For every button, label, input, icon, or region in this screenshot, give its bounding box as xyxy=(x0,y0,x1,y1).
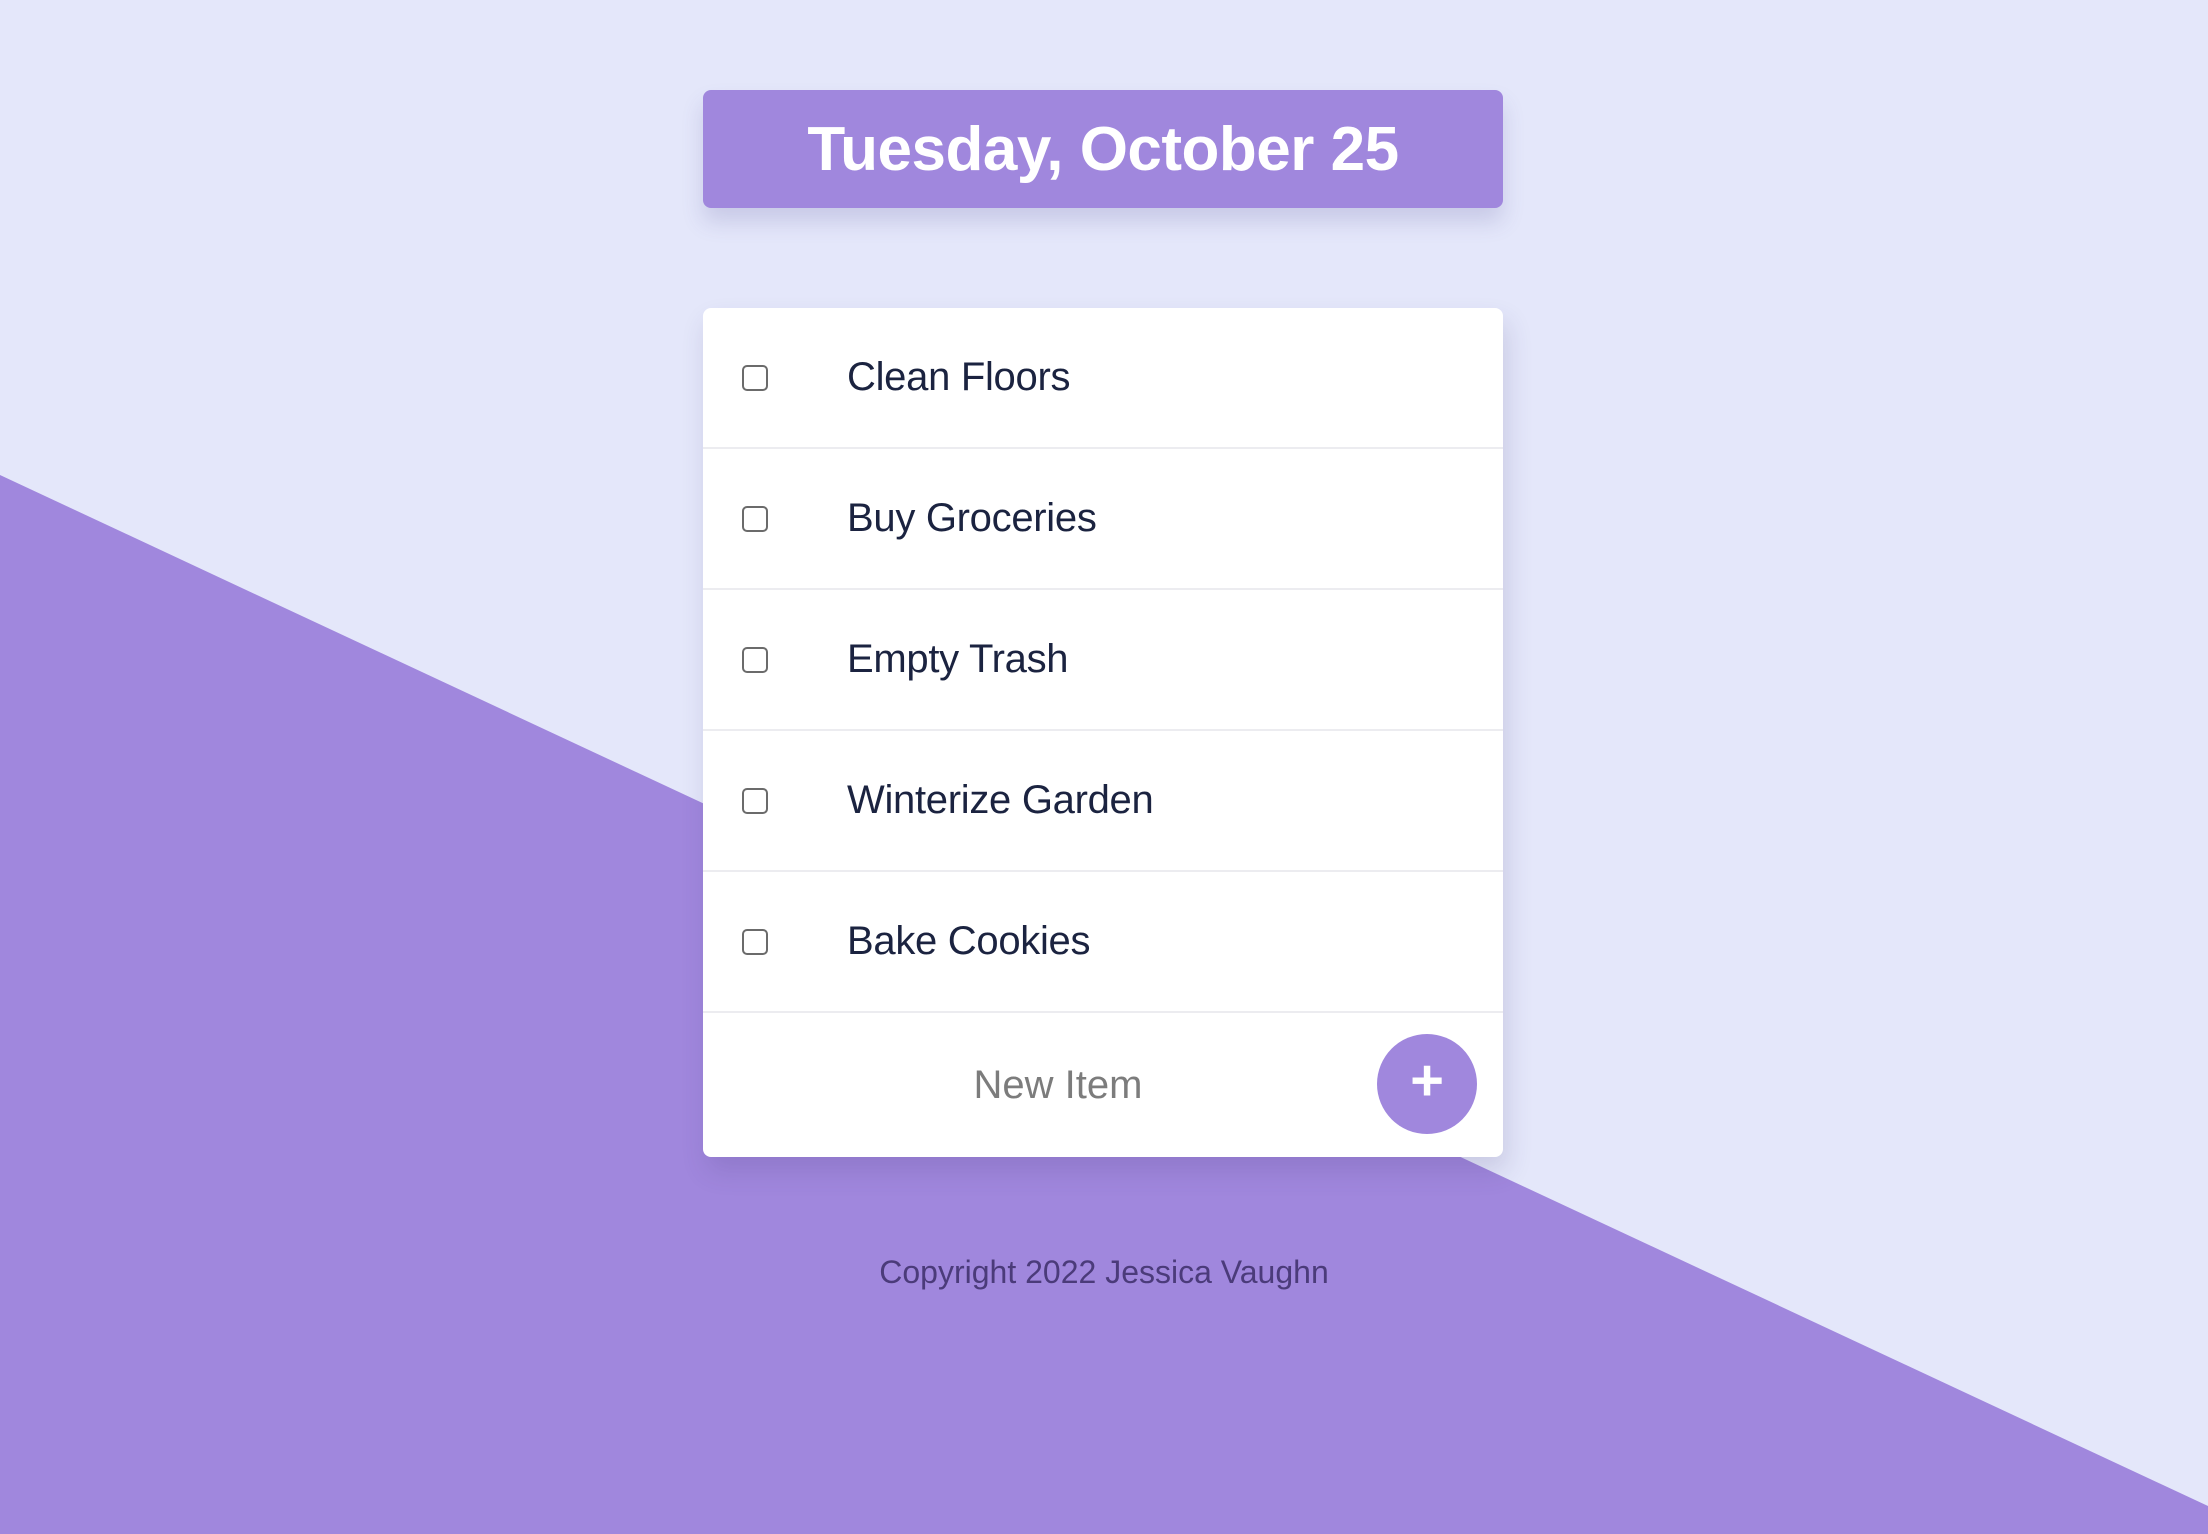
checkbox[interactable] xyxy=(742,928,768,955)
list-item[interactable]: Clean Floors xyxy=(703,308,1503,449)
checkbox[interactable] xyxy=(742,364,768,391)
todo-list: Clean Floors Buy Groceries Empty Trash W… xyxy=(703,308,1503,1157)
item-label: Clean Floors xyxy=(847,355,1071,399)
list-item[interactable]: Winterize Garden xyxy=(703,731,1503,872)
checkbox[interactable] xyxy=(742,787,768,814)
item-label: Winterize Garden xyxy=(847,778,1154,822)
checkbox[interactable] xyxy=(742,505,768,532)
add-item-button[interactable]: + xyxy=(1377,1034,1477,1134)
checkbox[interactable] xyxy=(742,646,768,673)
date-header: Tuesday, October 25 xyxy=(703,90,1503,208)
item-label: Empty Trash xyxy=(847,637,1069,681)
new-item-input[interactable]: New Item xyxy=(703,1013,1413,1157)
new-item-row: New Item + xyxy=(703,1013,1503,1157)
list-item[interactable]: Empty Trash xyxy=(703,590,1503,731)
item-label: Bake Cookies xyxy=(847,919,1091,963)
item-label: Buy Groceries xyxy=(847,496,1097,540)
plus-icon: + xyxy=(1410,1047,1444,1113)
footer-copyright: Copyright 2022 Jessica Vaughn xyxy=(879,1254,1329,1290)
list-item[interactable]: Buy Groceries xyxy=(703,449,1503,590)
page-title: Tuesday, October 25 xyxy=(807,114,1399,184)
list-item[interactable]: Bake Cookies xyxy=(703,872,1503,1013)
